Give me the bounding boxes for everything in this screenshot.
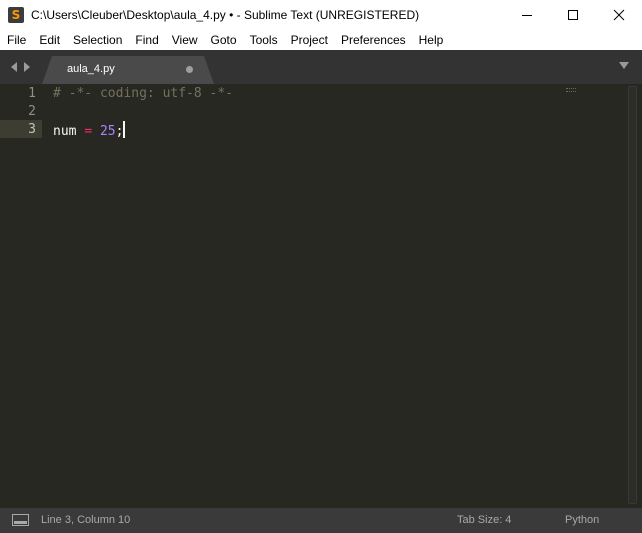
triangle-down-icon[interactable]	[619, 62, 629, 70]
code-operator: =	[84, 124, 93, 139]
code-line[interactable]: num = 25;	[53, 121, 126, 141]
tab-label: aula_4.py	[67, 63, 115, 75]
tab-nav-arrows	[10, 62, 31, 72]
minimize-button[interactable]	[504, 0, 550, 30]
line-number: 2	[28, 104, 36, 119]
close-icon	[613, 9, 625, 21]
status-cursor-position: Line 3, Column 10	[41, 514, 131, 526]
line-number-gutter: 1 2 3	[0, 84, 42, 508]
dot-icon[interactable]	[186, 66, 193, 73]
menu-edit[interactable]: Edit	[32, 30, 66, 50]
tab-aula-4[interactable]: aula_4.py	[42, 56, 214, 84]
editor-area[interactable]: 1 2 3 # -*- coding: utf-8 -*- num = 25;	[0, 84, 642, 508]
maximize-icon	[568, 10, 578, 20]
window-title: C:\Users\Cleuber\Desktop\aula_4.py • - S…	[31, 8, 420, 22]
code-terminator: ;	[115, 124, 124, 139]
status-tab-size[interactable]: Tab Size: 4	[457, 513, 511, 527]
menu-bar: File Edit Selection Find View Goto Tools…	[0, 30, 642, 50]
tab-bar: aula_4.py	[0, 50, 642, 84]
menu-view[interactable]: View	[165, 30, 204, 50]
text-cursor	[123, 121, 126, 138]
menu-find[interactable]: Find	[128, 30, 164, 50]
chevron-right-icon[interactable]	[23, 62, 31, 72]
menu-preferences[interactable]: Preferences	[334, 30, 412, 50]
line-number-active: 3	[28, 122, 36, 137]
status-syntax[interactable]: Python	[565, 513, 599, 527]
code-line[interactable]: # -*- coding: utf-8 -*-	[53, 85, 233, 103]
line-number: 1	[28, 86, 36, 101]
menu-help[interactable]: Help	[412, 30, 450, 50]
menu-file[interactable]: File	[0, 30, 32, 50]
panel-toggle-icon[interactable]	[12, 514, 29, 526]
code-identifier: num	[53, 124, 77, 139]
close-button[interactable]	[596, 0, 642, 30]
app-icon-letter: S	[11, 8, 21, 22]
menu-tools[interactable]: Tools	[243, 30, 284, 50]
maximize-button[interactable]	[550, 0, 596, 30]
code-comment: # -*- coding: utf-8 -*-	[53, 86, 234, 101]
menu-goto[interactable]: Goto	[204, 30, 243, 50]
menu-selection[interactable]: Selection	[66, 30, 128, 50]
status-bar: Line 3, Column 10 Tab Size: 4 Python	[0, 508, 642, 533]
title-bar: S C:\Users\Cleuber\Desktop\aula_4.py • -…	[0, 0, 642, 30]
minimap-viewport[interactable]	[566, 88, 576, 92]
sublime-logo-icon: S	[8, 7, 24, 23]
vertical-scrollbar[interactable]	[628, 86, 637, 504]
menu-project[interactable]: Project	[284, 30, 334, 50]
minimize-icon	[522, 15, 532, 16]
code-number: 25	[99, 124, 116, 139]
chevron-left-icon[interactable]	[10, 62, 18, 72]
window-controls	[504, 0, 642, 30]
